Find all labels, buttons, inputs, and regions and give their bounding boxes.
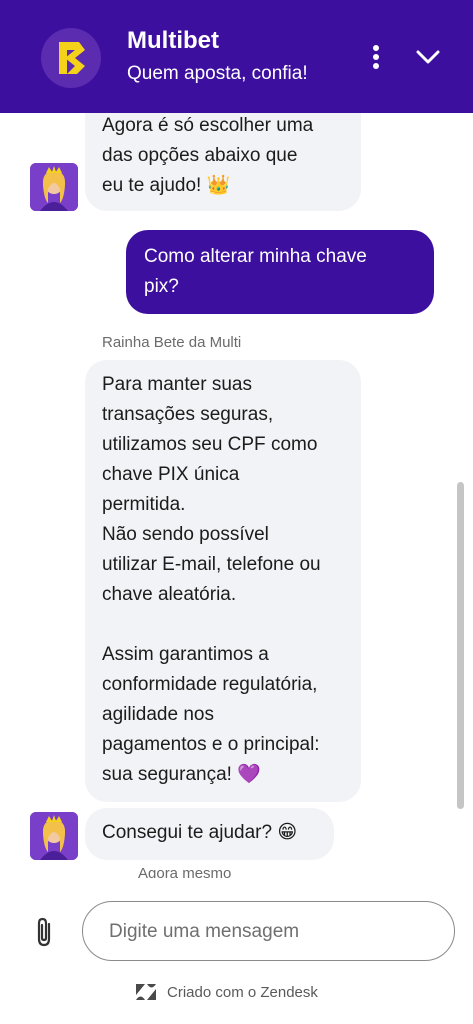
user-message-bubble: Como alterar minha chave pix? [126, 230, 434, 314]
footer-label: Criado com o Zendesk [167, 983, 318, 1001]
multibet-logo-icon [41, 28, 101, 88]
collapse-button[interactable] [411, 40, 445, 74]
message-timestamp: Agora mesmo [138, 865, 232, 878]
message-list[interactable]: Agora é só escolher uma das opções abaix… [0, 113, 473, 878]
message-input[interactable] [107, 916, 431, 948]
message-line: Como alterar minha chave [144, 246, 367, 267]
message-line: pagamentos e o principal: [102, 734, 320, 755]
message-line: Não sendo possível [102, 524, 269, 545]
zendesk-credit-link[interactable]: Criado com o Zendesk [135, 980, 318, 1004]
message-line: transações seguras, [102, 404, 274, 425]
message-line: pix? [144, 276, 179, 297]
message-line: Agora é só escolher uma [102, 115, 314, 136]
chat-subtitle: Quem aposta, confia! [127, 63, 308, 84]
message-input-wrapper [82, 901, 455, 961]
message-line: sua segurança! 💜 [102, 764, 261, 785]
message-line: eu te ajudo! 👑 [102, 175, 231, 196]
message-line: conformidade regulatória, [102, 674, 318, 695]
bot-message-bubble: Para manter suas transações seguras, uti… [85, 360, 361, 802]
bot-message-bubble: Consegui te ajudar? 😁 [85, 808, 334, 860]
zendesk-logo-icon [136, 984, 156, 1000]
chevron-down-icon [416, 50, 440, 64]
message-line: Assim garantimos a [102, 644, 269, 665]
vertical-dots-icon [373, 45, 379, 69]
menu-button[interactable] [361, 40, 391, 74]
attach-button[interactable] [30, 915, 58, 949]
message-line [102, 610, 361, 640]
message-line: Consegui te ajudar? 😁 [102, 822, 298, 843]
message-line: permitida. [102, 494, 186, 515]
paperclip-icon [37, 917, 51, 947]
message-line: das opções abaixo que [102, 145, 298, 166]
message-line: chave aleatória. [102, 584, 237, 605]
scrollbar[interactable] [457, 482, 464, 809]
bot-avatar [30, 812, 78, 860]
bot-avatar [30, 163, 78, 211]
chat-title: Multibet [127, 27, 219, 54]
message-line: utilizar E-mail, telefone ou [102, 554, 321, 575]
message-line: chave PIX única [102, 464, 240, 485]
message-line: Para manter suas [102, 374, 252, 395]
sender-name: Rainha Bete da Multi [102, 334, 242, 351]
chat-header: Multibet Quem aposta, confia! [0, 0, 473, 113]
message-line: utilizamos seu CPF como [102, 434, 318, 455]
bot-message-bubble: Agora é só escolher uma das opções abaix… [85, 113, 361, 211]
message-line: agilidade nos [102, 704, 214, 725]
